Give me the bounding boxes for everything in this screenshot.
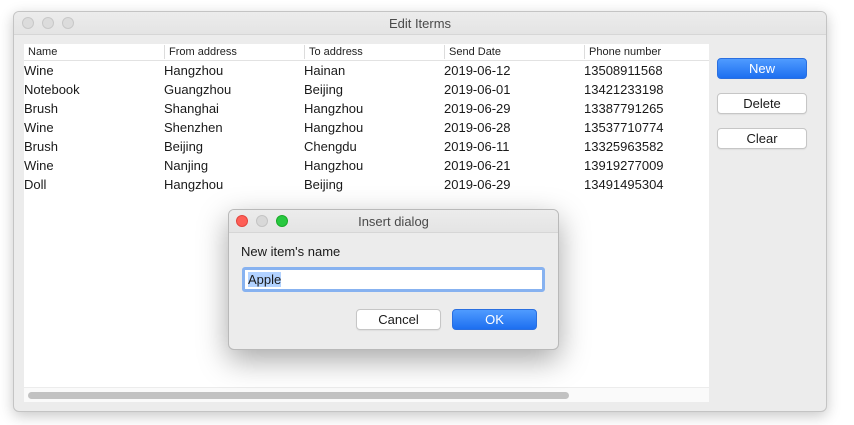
cell-to-address: Beijing [304, 82, 344, 97]
new-button[interactable]: New [717, 58, 807, 79]
dialog-title: Insert dialog [358, 214, 429, 229]
cell-from-address: Shanghai [164, 101, 219, 116]
cell-name: Brush [24, 101, 58, 116]
cell-send-date: 2019-06-29 [444, 101, 511, 116]
table-row[interactable]: Brush Beijing Chengdu 2019-06-11 13325963582 [24, 137, 709, 156]
cell-send-date: 2019-06-21 [444, 158, 511, 173]
table-row[interactable]: Wine Shenzhen Hangzhou 2019-06-28 1353771077… [24, 118, 709, 137]
cell-name: Doll [24, 177, 47, 192]
cell-from-address: Beijing [164, 139, 204, 154]
cell-send-date: 2019-06-28 [444, 120, 511, 135]
input-value: Apple [248, 272, 282, 287]
cell-name: Wine [24, 120, 54, 135]
dialog-titlebar[interactable]: Insert dialog [229, 210, 558, 233]
cell-send-date: 2019-06-11 [444, 139, 510, 154]
column-header-date[interactable]: Send Date [444, 45, 584, 59]
cell-phone-number: 13387791265 [584, 101, 664, 116]
cell-phone-number: 13491495304 [584, 177, 664, 192]
clear-button[interactable]: Clear [717, 128, 807, 149]
delete-button[interactable]: Delete [717, 93, 807, 114]
window-title: Edit Iterms [388, 16, 452, 31]
insert-dialog: Insert dialog New item's name Apple Canc… [228, 209, 559, 350]
cell-phone-number: 13508911568 [584, 63, 663, 78]
column-header-phone[interactable]: Phone number [584, 45, 709, 59]
cancel-button[interactable]: Cancel [356, 309, 441, 330]
cell-name: Wine [24, 158, 54, 173]
item-name-label: New item's name [241, 244, 341, 259]
horizontal-scrollbar[interactable] [24, 387, 709, 402]
cell-name: Notebook [24, 82, 80, 97]
table-row[interactable]: Doll Hangzhou Beijing 2019-06-29 13491495304 [24, 175, 709, 194]
cell-send-date: 2019-06-12 [444, 63, 511, 78]
cell-phone-number: 13421233198 [584, 82, 664, 97]
cell-phone-number: 13325963582 [584, 139, 664, 154]
cell-to-address: Hangzhou [304, 158, 364, 173]
cell-name: Wine [24, 63, 54, 78]
cell-to-address: Hainan [304, 63, 346, 78]
cell-from-address: Hangzhou [164, 177, 224, 192]
table-row[interactable]: Brush Shanghai Hangzhou 2019-06-29 133877912… [24, 99, 709, 118]
column-header-to[interactable]: To address [304, 45, 444, 59]
ok-button[interactable]: OK [452, 309, 537, 330]
table-header: Name From address To address Send Date P… [24, 44, 709, 61]
cell-to-address: Beijing [304, 177, 344, 192]
cell-from-address: Guangzhou [164, 82, 232, 97]
item-name-input[interactable]: Apple [242, 267, 545, 292]
cell-phone-number: 13919277009 [584, 158, 664, 173]
table-row[interactable]: Wine Nanjing Hangzhou 2019-06-21 13919277009 [24, 156, 709, 175]
table-row[interactable]: Wine Hangzhou Hainan 2019-06-12 13508911568 [24, 61, 709, 80]
column-header-from[interactable]: From address [164, 45, 304, 59]
cell-send-date: 2019-06-01 [444, 82, 511, 97]
main-titlebar[interactable]: Edit Iterms [14, 12, 826, 35]
cell-phone-number: 13537710774 [584, 120, 664, 135]
cell-send-date: 2019-06-29 [444, 177, 511, 192]
table-row[interactable]: Notebook Guangzhou Beijing 2019-06-01 134212… [24, 80, 709, 99]
cell-to-address: Hangzhou [304, 120, 364, 135]
cell-from-address: Shenzhen [164, 120, 223, 135]
column-header-name[interactable]: Name [24, 45, 164, 59]
cell-from-address: Hangzhou [164, 63, 224, 78]
cell-to-address: Hangzhou [304, 101, 364, 116]
cell-to-address: Chengdu [304, 139, 357, 154]
cell-from-address: Nanjing [164, 158, 209, 173]
scrollbar-thumb[interactable] [28, 392, 569, 399]
cell-name: Brush [24, 139, 58, 154]
